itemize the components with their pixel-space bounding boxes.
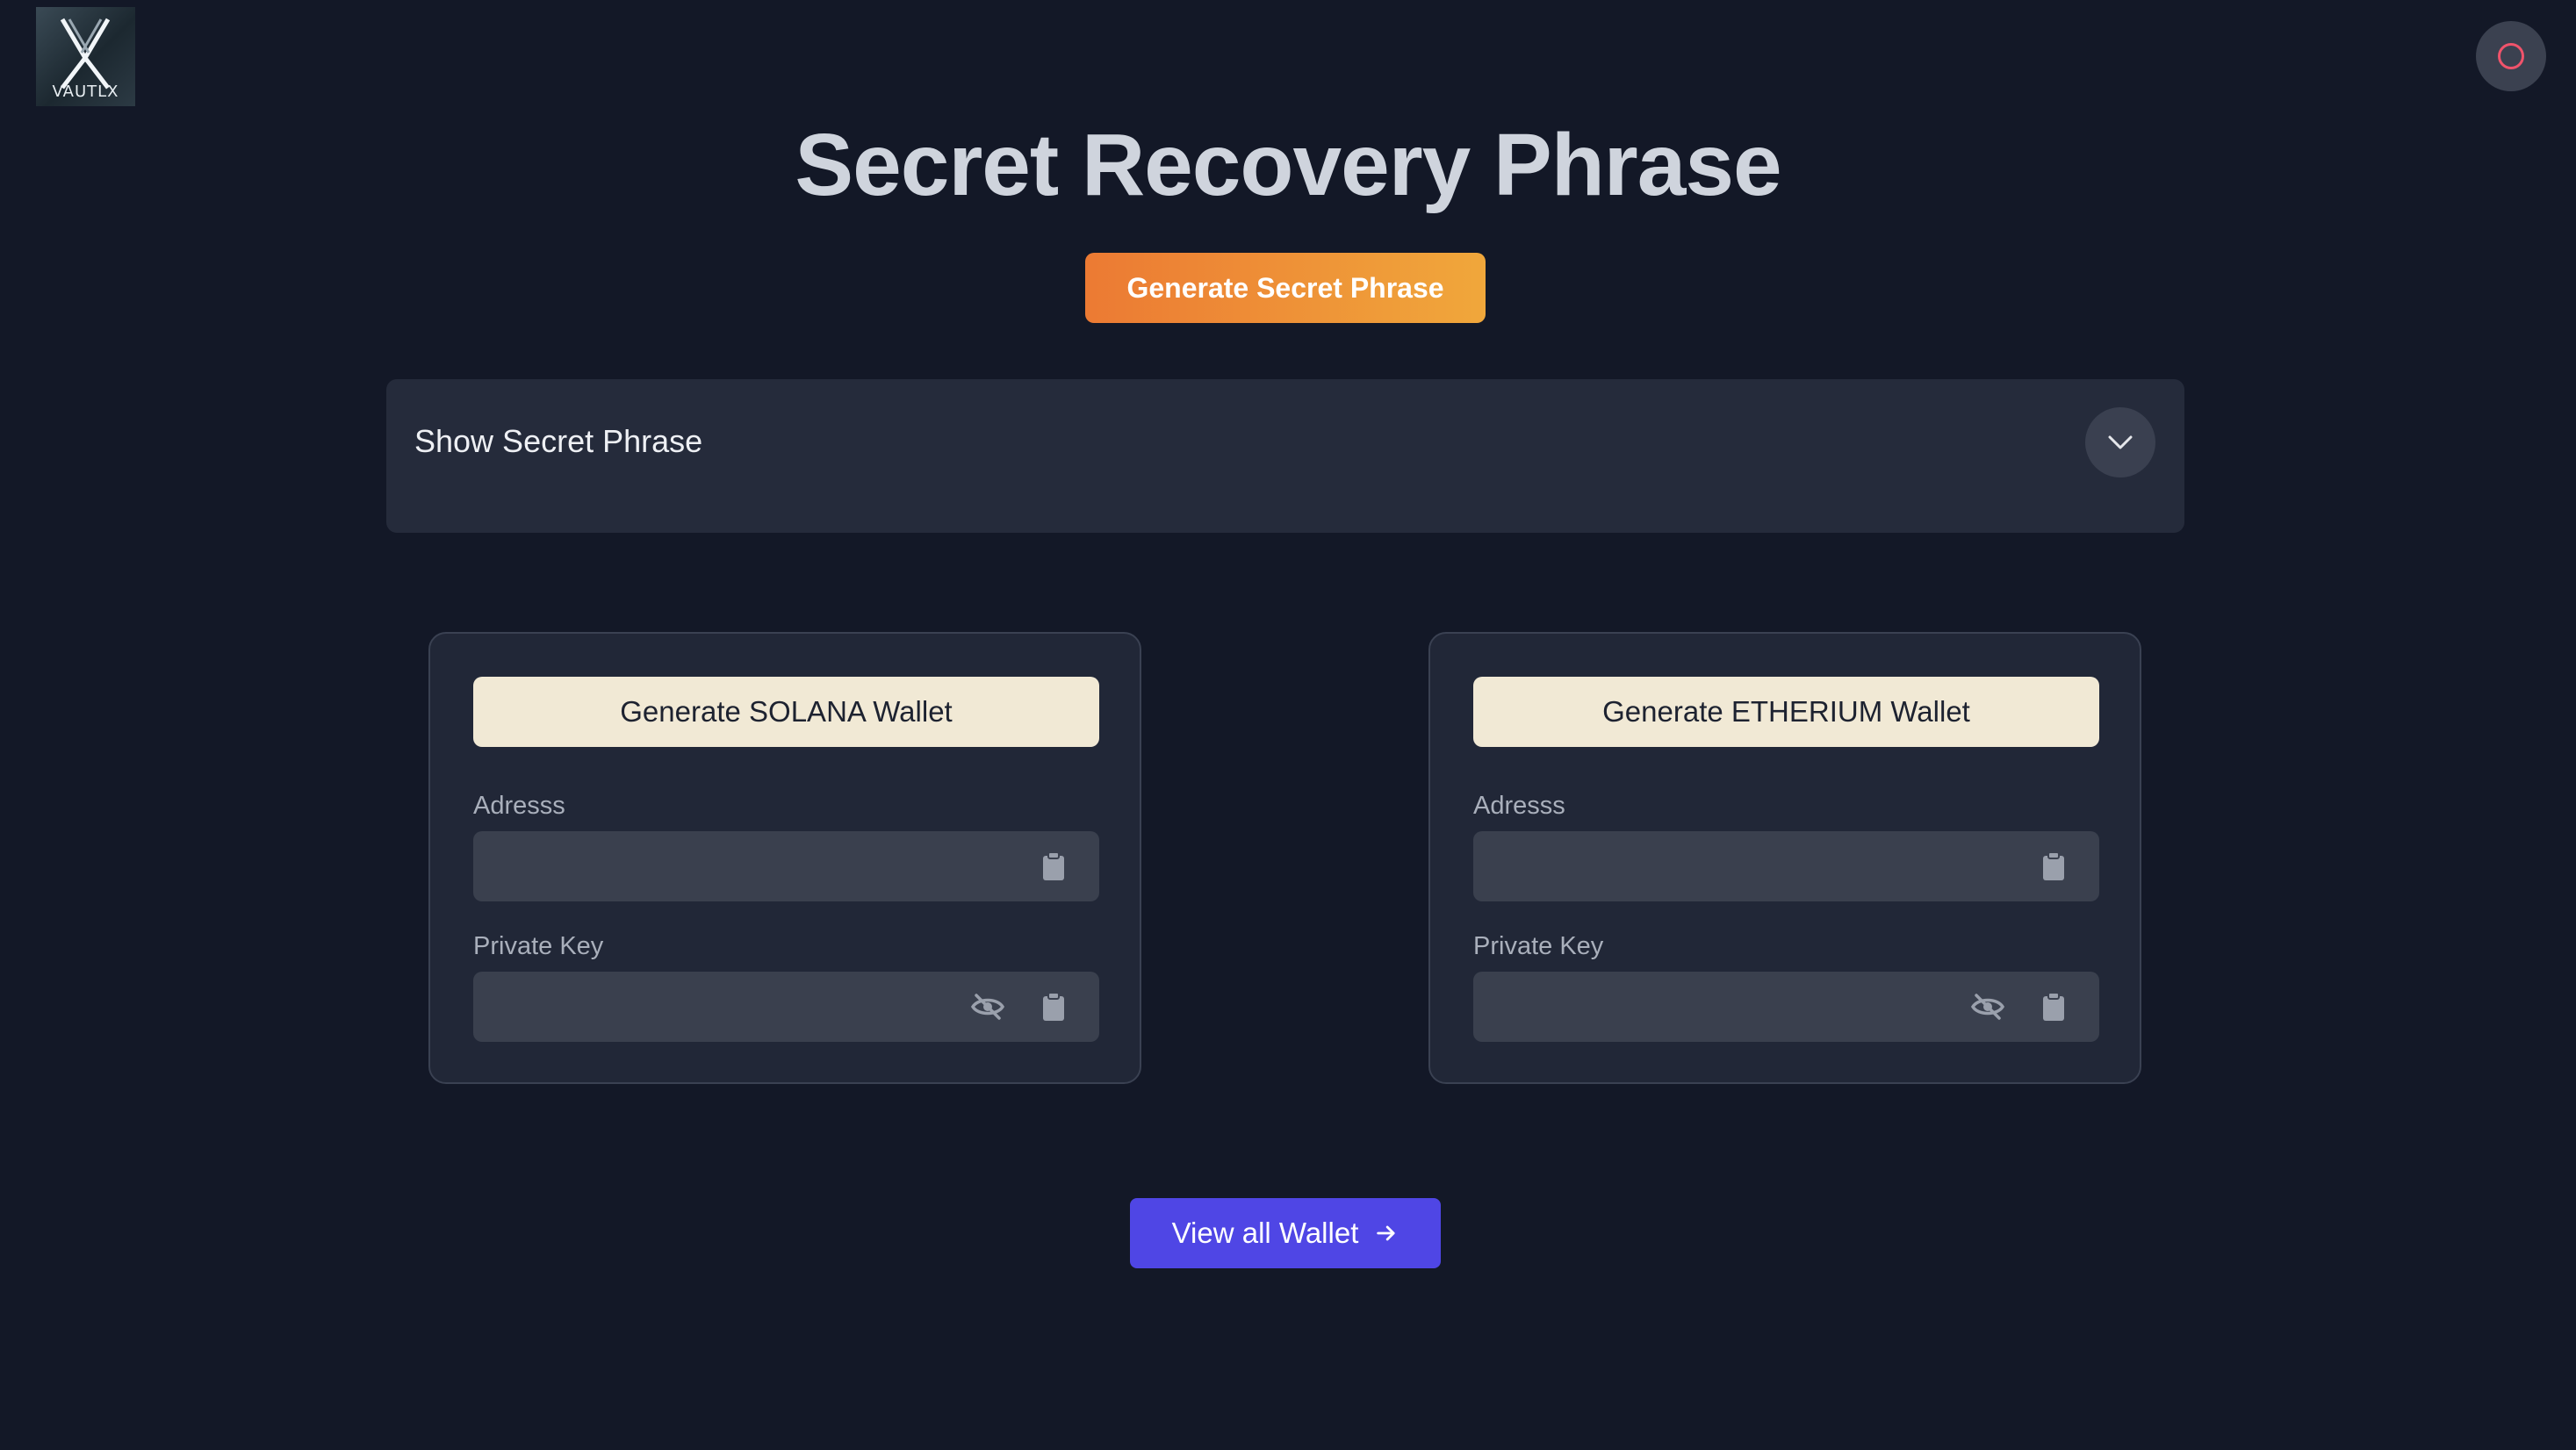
view-all-wallet-label: View all Wallet	[1171, 1217, 1359, 1249]
ethereum-wallet-card: Generate ETHERIUM Wallet Adresss Private…	[1428, 632, 2141, 1084]
chevron-down-icon	[2108, 435, 2133, 449]
eye-off-icon	[1970, 994, 2005, 1020]
eye-off-icon	[970, 994, 1005, 1020]
clipboard-icon	[1043, 851, 1064, 880]
theme-toggle-button[interactable]	[2476, 21, 2546, 91]
address-field	[473, 831, 1099, 901]
address-label: Adresss	[473, 792, 565, 820]
generate-ethereum-wallet-button[interactable]: Generate ETHERIUM Wallet	[1473, 677, 2099, 747]
page-title: Secret Recovery Phrase	[795, 116, 1781, 214]
private-key-field	[473, 972, 1099, 1042]
copy-private-key-button[interactable]	[2036, 989, 2071, 1024]
circle-icon	[2498, 43, 2524, 69]
accordion-label: Show Secret Phrase	[414, 423, 703, 459]
clipboard-icon	[1043, 992, 1064, 1021]
copy-address-button[interactable]	[1036, 849, 1071, 884]
private-key-input[interactable]	[1473, 972, 2007, 1042]
arrow-right-icon	[1377, 1225, 1395, 1241]
address-input[interactable]	[1473, 831, 2007, 901]
secret-phrase-accordion[interactable]: Show Secret Phrase	[386, 379, 2184, 533]
generate-secret-phrase-button[interactable]: Generate Secret Phrase	[1085, 253, 1486, 323]
private-key-field	[1473, 972, 2099, 1042]
generate-solana-wallet-button[interactable]: Generate SOLANA Wallet	[473, 677, 1099, 747]
copy-address-button[interactable]	[2036, 849, 2071, 884]
app-logo[interactable]: VAUTLX	[36, 7, 135, 106]
private-key-label: Private Key	[1473, 932, 1604, 960]
private-key-label: Private Key	[473, 932, 604, 960]
address-label: Adresss	[1473, 792, 1565, 820]
clipboard-icon	[2043, 992, 2064, 1021]
address-field	[1473, 831, 2099, 901]
logo-text: VAUTLX	[52, 83, 119, 101]
toggle-private-key-visibility-button[interactable]	[970, 989, 1005, 1024]
accordion-toggle-button[interactable]	[2085, 407, 2155, 477]
solana-wallet-card: Generate SOLANA Wallet Adresss Private K…	[428, 632, 1141, 1084]
view-all-wallet-button[interactable]: View all Wallet	[1130, 1198, 1441, 1268]
clipboard-icon	[2043, 851, 2064, 880]
private-key-input[interactable]	[473, 972, 1007, 1042]
toggle-private-key-visibility-button[interactable]	[1970, 989, 2005, 1024]
copy-private-key-button[interactable]	[1036, 989, 1071, 1024]
address-input[interactable]	[473, 831, 1007, 901]
page: VAUTLX Secret Recovery Phrase Generate S…	[0, 0, 2576, 1450]
